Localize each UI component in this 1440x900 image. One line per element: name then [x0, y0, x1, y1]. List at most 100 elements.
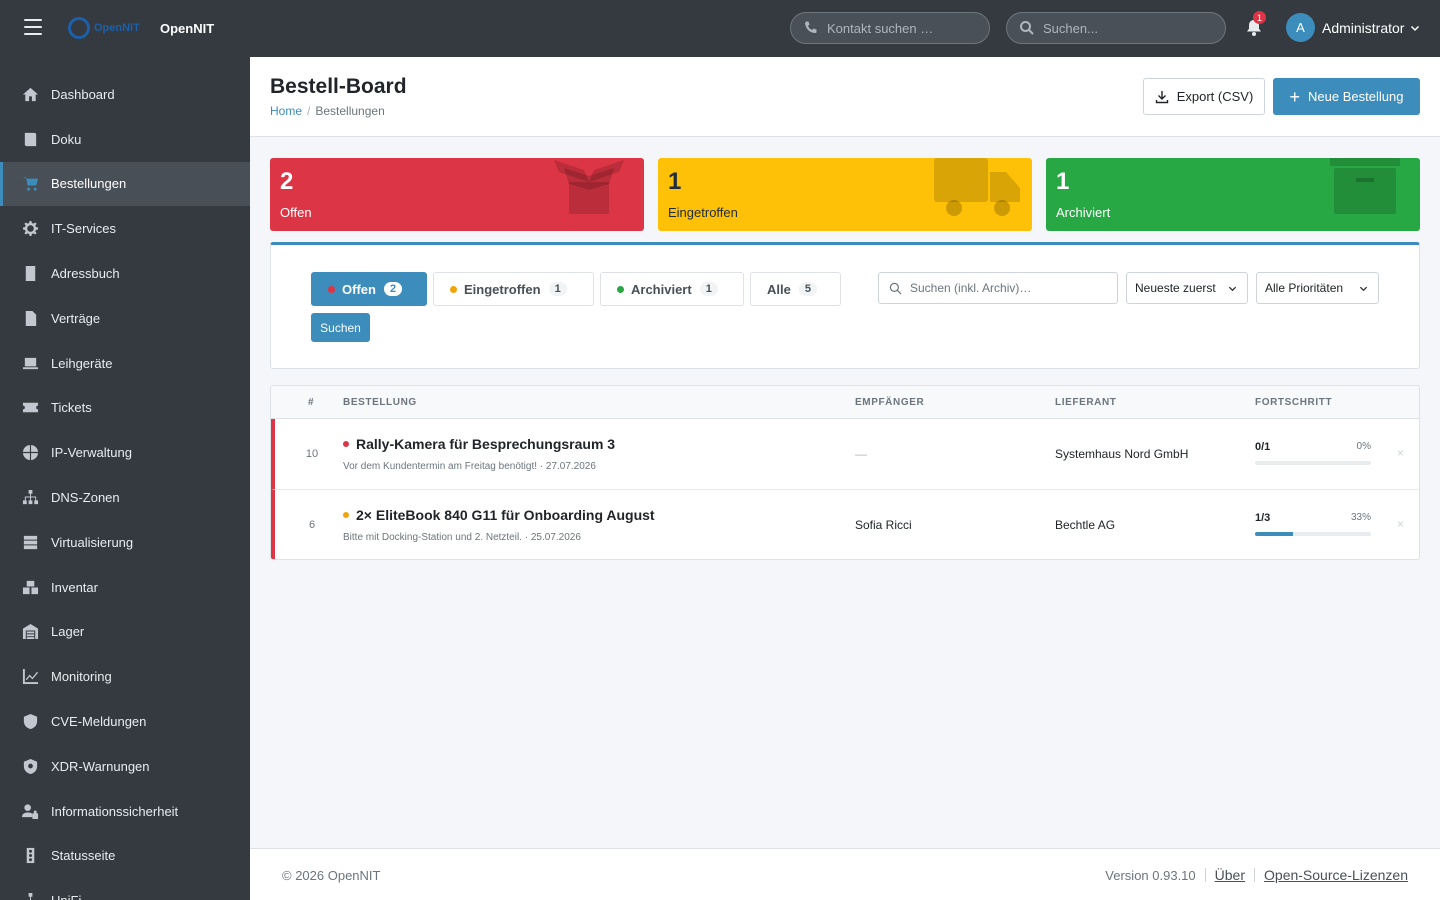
- order-supplier: Systemhaus Nord GmbH: [1055, 447, 1189, 461]
- sidebar-item-ip-verwaltung[interactable]: IP-Verwaltung: [0, 430, 250, 475]
- sidebar-item-label: CVE-Meldungen: [51, 714, 147, 730]
- user-menu[interactable]: A Administrator: [1286, 13, 1420, 42]
- chevron-down-icon: [1359, 286, 1368, 291]
- tab-archiviert-count: 1: [699, 282, 718, 296]
- laptop-icon: [20, 354, 40, 372]
- global-search-placeholder: Suchen...: [1043, 20, 1098, 36]
- order-number: 10: [305, 448, 319, 460]
- licenses-link[interactable]: Open-Source-Lizenzen: [1264, 867, 1408, 883]
- sidebar-item-vertrage[interactable]: Verträge: [0, 296, 250, 341]
- sidebar-item-leihgerate[interactable]: Leihgeräte: [0, 341, 250, 386]
- order-title[interactable]: Rally-Kamera für Besprechungsraum 3: [343, 436, 615, 452]
- contact-search-input[interactable]: Kontakt suchen …: [790, 12, 990, 44]
- search-icon: [889, 282, 902, 294]
- contract-icon: [20, 309, 40, 327]
- order-recipient: Sofia Ricci: [855, 518, 912, 532]
- chart-line-icon: [20, 668, 40, 686]
- order-title[interactable]: 2× EliteBook 840 G11 für Onboarding Augu…: [343, 507, 655, 523]
- stat-box-open[interactable]: 2 Offen: [270, 158, 644, 231]
- global-search-input[interactable]: Suchen...: [1006, 12, 1226, 44]
- sidebar-item-doku[interactable]: Doku: [0, 117, 250, 162]
- sidebar-item-xdr-warnungen[interactable]: XDR-Warnungen: [0, 744, 250, 789]
- sidebar-item-adressbuch[interactable]: Adressbuch: [0, 251, 250, 296]
- orders-table: # BESTELLUNG EMPFÄNGER LIEFERANT FORTSCH…: [270, 385, 1420, 560]
- page-title: Bestell-Board: [270, 75, 407, 98]
- about-link[interactable]: Über: [1215, 867, 1245, 883]
- priority-dot: [343, 512, 349, 518]
- phone-icon: [805, 21, 817, 33]
- footer-links: Version 0.93.10 Über Open-Source-Lizenze…: [1105, 867, 1408, 883]
- menu-toggle-icon[interactable]: [24, 19, 42, 37]
- sidebar-item-label: XDR-Warnungen: [51, 758, 150, 774]
- filter-card: Offen 2 Eingetroffen 1 Archiviert 1 Alle…: [270, 242, 1420, 369]
- top-navbar: OpenNIT OpenNIT Kontakt suchen … Suchen.…: [0, 0, 1440, 57]
- sidebar-item-label: IP-Verwaltung: [51, 445, 132, 461]
- column-header-order: BESTELLUNG: [343, 397, 417, 408]
- sidebar-item-monitoring[interactable]: Monitoring: [0, 654, 250, 699]
- sort-select-value: Neueste zuerst: [1135, 281, 1216, 295]
- order-progress: 0/1 0%: [1255, 441, 1371, 465]
- brand[interactable]: OpenNIT OpenNIT: [68, 14, 214, 42]
- sidebar-item-label: IT-Services: [51, 221, 117, 237]
- archive-icon: [1330, 158, 1400, 214]
- sidebar-item-it-services[interactable]: IT-Services: [0, 206, 250, 251]
- user-lock-icon: [20, 802, 40, 820]
- stat-box-archived[interactable]: 1 Archiviert: [1046, 158, 1420, 231]
- tab-alle-label: Alle: [767, 281, 791, 297]
- tab-eingetroffen-label: Eingetroffen: [464, 281, 541, 297]
- stat-arrived-value: 1: [668, 168, 682, 195]
- stat-open-label: Offen: [280, 205, 312, 220]
- sidebar-item-bestellungen[interactable]: Bestellungen: [0, 161, 250, 207]
- close-icon[interactable]: ×: [1397, 517, 1404, 531]
- sort-select[interactable]: Neueste zuerst: [1126, 272, 1248, 304]
- status-dot: [617, 285, 624, 293]
- sidebar-item-statusseite[interactable]: Statusseite: [0, 834, 250, 879]
- close-icon[interactable]: ×: [1397, 446, 1404, 460]
- priority-select[interactable]: Alle Prioritäten: [1256, 272, 1379, 304]
- user-name: Administrator: [1322, 19, 1405, 36]
- tab-eingetroffen[interactable]: Eingetroffen 1: [433, 272, 594, 306]
- status-dot: [328, 285, 335, 293]
- sidebar-item-informationssicherheit[interactable]: Informationssicherheit: [0, 789, 250, 834]
- export-csv-button[interactable]: Export (CSV): [1143, 78, 1265, 115]
- content-header: Bestell-Board Home / Bestellungen Export…: [250, 57, 1440, 137]
- table-header: # BESTELLUNG EMPFÄNGER LIEFERANT FORTSCH…: [271, 386, 1419, 419]
- sidebar-item-dns-zonen[interactable]: DNS-Zonen: [0, 475, 250, 520]
- chevron-down-icon: [1411, 25, 1420, 31]
- order-search-input[interactable]: Suchen (inkl. Archiv)…: [878, 272, 1118, 304]
- sidebar: Dashboard Doku Bestellungen IT-Services Adre…: [0, 57, 250, 900]
- order-title-text: 2× EliteBook 840 G11 für Onboarding Augu…: [356, 507, 655, 523]
- tab-alle[interactable]: Alle 5: [750, 272, 841, 306]
- new-order-button[interactable]: + Neue Bestellung: [1273, 78, 1420, 115]
- sidebar-item-inventar[interactable]: Inventar: [0, 565, 250, 610]
- stat-box-arrived[interactable]: 1 Eingetroffen: [658, 158, 1032, 231]
- sidebar-item-virtualisierung[interactable]: Virtualisierung: [0, 520, 250, 565]
- table-row[interactable]: 6 2× EliteBook 840 G11 für Onboarding Au…: [271, 490, 1419, 559]
- notification-badge: 1: [1253, 11, 1266, 24]
- sidebar-item-label: Dashboard: [51, 86, 115, 102]
- sidebar-item-label: UniFi: [51, 893, 81, 900]
- stat-archived-value: 1: [1056, 168, 1070, 195]
- sidebar-item-label: Bestellungen: [51, 176, 127, 192]
- sidebar-item-dashboard[interactable]: Dashboard: [0, 72, 250, 117]
- search-icon: [1020, 21, 1034, 35]
- tab-offen[interactable]: Offen 2: [311, 272, 427, 306]
- sidebar-item-unifi[interactable]: UniFi: [0, 878, 250, 900]
- table-row[interactable]: 10 Rally-Kamera für Besprechungsraum 3 V…: [271, 419, 1419, 490]
- sidebar-item-lager[interactable]: Lager: [0, 610, 250, 655]
- network-icon: [20, 892, 40, 900]
- order-supplier: Bechtle AG: [1055, 518, 1116, 532]
- search-submit-button[interactable]: Suchen: [311, 313, 370, 342]
- sidebar-item-cve-meldungen[interactable]: CVE-Meldungen: [0, 699, 250, 744]
- breadcrumb-home-link[interactable]: Home: [270, 104, 302, 118]
- progress-count: 0/1: [1255, 441, 1271, 453]
- column-header-recipient: EMPFÄNGER: [855, 397, 925, 408]
- sidebar-item-label: Statusseite: [51, 848, 116, 864]
- tab-archiviert[interactable]: Archiviert 1: [600, 272, 744, 306]
- globe-icon: [20, 444, 40, 462]
- boxes-icon: [20, 578, 40, 596]
- order-search-placeholder: Suchen (inkl. Archiv)…: [910, 281, 1032, 295]
- status-dot: [450, 285, 457, 293]
- sidebar-item-label: Verträge: [51, 310, 101, 326]
- sidebar-item-tickets[interactable]: Tickets: [0, 386, 250, 431]
